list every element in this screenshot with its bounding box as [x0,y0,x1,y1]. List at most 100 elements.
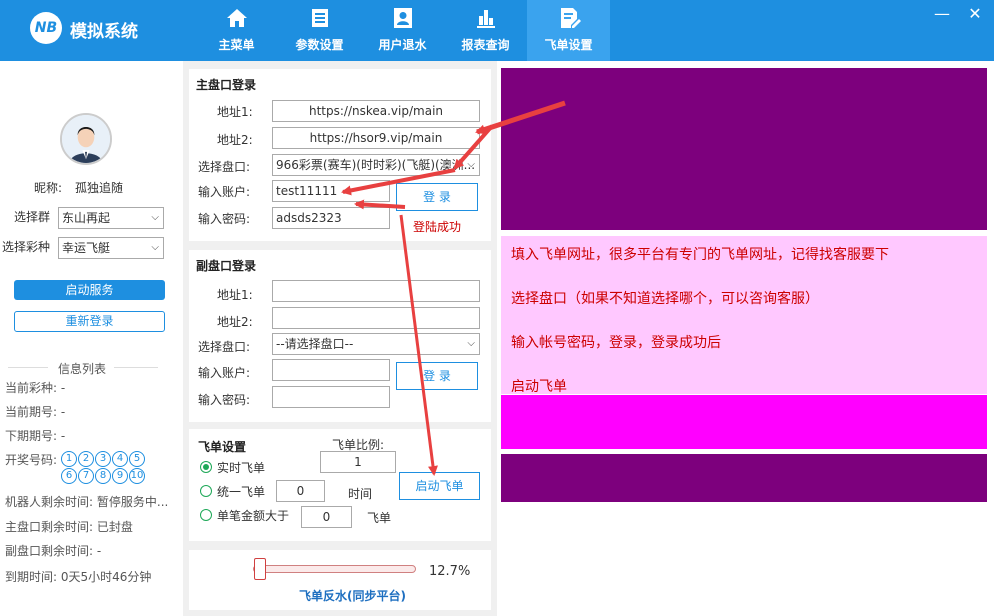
nav-tab-reports[interactable]: 报表查询 [444,0,527,61]
sub-time-label: 副盘口剩余时间: [5,544,94,558]
sub-addr1-input[interactable] [272,280,480,302]
sub-market-value: --请选择盘口-- [276,337,354,351]
info-list-title: 信息列表 [58,362,107,376]
main-time-value: 已封盘 [96,520,133,534]
main-login-title: 主盘口登录 [196,78,257,92]
draw-numbers-row: 12345 [61,450,146,467]
sub-account-label: 输入账户: [198,366,251,380]
guide-block: 填入飞单网址，很多平台有专门的飞单网址，记得找客服要下 选择盘口（如果不知道选择… [501,236,987,395]
divider [114,367,158,368]
nav-tab-label: 报表查询 [461,38,510,52]
main-market-select[interactable]: 966彩票(赛车)(时时彩)(飞艇)(澳洲... ⌵ [272,154,480,176]
main-password-label: 输入密码: [198,212,251,226]
rebate-slider-track[interactable] [253,565,416,573]
nav-tab-main-menu[interactable]: 主菜单 [195,0,278,61]
current-period-label: 当前期号: [5,405,58,419]
group-select-value: 东山再起 [62,211,111,225]
start-fly-button[interactable]: 启动飞单 [399,472,480,500]
chevron-down-icon: ⌵ [151,212,159,223]
close-button[interactable]: ✕ [965,4,985,24]
purple-block-bottom [501,454,987,502]
robot-time-value: 暂停服务中... [96,495,169,509]
main-addr1-input[interactable]: https://nskea.vip/main [272,100,480,122]
next-period-label: 下期期号: [5,429,58,443]
rebate-panel: 12.7% 飞单反水(同步平台) [189,550,491,610]
draw-ball: 1 [61,451,77,467]
main-addr2-input[interactable]: https://hsor9.vip/main [272,127,480,149]
app-logo: NB [30,12,62,44]
chevron-down-icon: ⌵ [467,159,475,170]
magenta-block [501,395,987,449]
draw-ball: 6 [61,468,77,484]
user-icon [393,8,412,28]
draw-ball: 4 [112,451,128,467]
guide-column: 填入飞单网址，很多平台有专门的飞单网址，记得找客服要下 选择盘口（如果不知道选择… [497,61,994,616]
radio-single-label: 单笔金额大于 [217,509,290,523]
current-lottery-label: 当前彩种: [5,381,58,395]
next-period-value: - [60,429,66,443]
minimize-button[interactable]: — [932,4,952,24]
relogin-button[interactable]: 重新登录 [14,311,165,332]
uniform-value-input[interactable]: 0 [276,480,325,502]
sub-addr2-label: 地址2: [217,315,253,329]
home-icon [226,9,247,27]
avatar [60,113,112,165]
rebate-percent: 12.7% [429,564,471,579]
chevron-down-icon: ⌵ [467,338,475,349]
nickname-label: 昵称: [34,181,63,195]
main-addr1-label: 地址1: [217,105,253,119]
sub-login-button[interactable]: 登 录 [396,362,478,390]
guide-line-3: 输入帐号密码，登录，登录成功后 [511,335,721,351]
left-sidebar: 昵称: 孤独追随 选择群 东山再起 ⌵ 选择彩种 幸运飞艇 ⌵ 启动服务 重新登… [0,61,183,616]
expire-row: 到期时间: 0天5小时46分钟 [5,568,151,585]
nav-tab-fly-settings[interactable]: 飞单设置 [527,0,610,61]
sub-password-input[interactable] [272,386,390,408]
draw-ball: 10 [129,468,145,484]
current-period-value: - [60,405,66,419]
nav-tab-label: 用户退水 [378,38,427,52]
main-login-button[interactable]: 登 录 [396,183,478,211]
settings-column: 主盘口登录 地址1: https://nskea.vip/main 地址2: h… [183,61,497,616]
rebate-label: 飞单反水(同步平台) [299,589,406,603]
fly-ratio-input[interactable]: 1 [320,451,396,473]
current-lottery-row: 当前彩种: - [5,379,65,396]
sub-market-label: 选择盘口: [198,340,251,354]
group-label: 选择群 [14,210,51,224]
draw-numbers-row: 6 7 8 9 10 [61,467,146,484]
lottery-label: 选择彩种 [2,240,51,254]
single-value-input[interactable]: 0 [301,506,352,528]
chart-icon [476,10,495,28]
guide-line-2: 选择盘口（如果不知道选择哪个，可以咨询客服） [511,291,819,307]
purple-block-top [501,68,987,230]
start-service-button[interactable]: 启动服务 [14,280,165,300]
draw-ball: 9 [112,468,128,484]
rebate-slider-thumb[interactable] [254,558,266,580]
user-avatar-icon [62,115,110,163]
draw-ball: 3 [95,451,111,467]
draw-ball: 2 [78,451,94,467]
nav-tab-label: 参数设置 [295,38,344,52]
expire-value: 0天5小时46分钟 [60,570,152,584]
uniform-unit-label: 时间 [348,487,373,501]
sub-time-row: 副盘口剩余时间: - [5,542,101,559]
sub-account-input[interactable] [272,359,390,381]
nav-tab-user-rebate[interactable]: 用户退水 [361,0,444,61]
main-password-input[interactable]: adsds2323 [272,207,390,229]
lottery-select[interactable]: 幸运飞艇 ⌵ [58,237,164,259]
sub-market-select[interactable]: --请选择盘口-- ⌵ [272,333,480,355]
radio-uniform[interactable] [200,485,212,497]
radio-single[interactable] [200,509,212,521]
main-nav: 主菜单 参数设置 用户退水 报表查询 飞单设置 [195,0,610,61]
robot-time-label: 机器人剩余时间: [5,495,94,509]
guide-line-4: 启动飞单 [511,379,567,395]
sub-addr2-input[interactable] [272,307,480,329]
main-login-panel: 主盘口登录 地址1: https://nskea.vip/main 地址2: h… [189,69,491,241]
main-account-input[interactable]: test11111 [272,180,390,202]
single-unit-label: 飞单 [367,511,392,525]
radio-realtime[interactable] [200,461,212,473]
group-select[interactable]: 东山再起 ⌵ [58,207,164,229]
fly-settings-panel: 飞单设置 飞单比例: 1 实时飞单 统一飞单 0 时间 单笔金额大于 0 飞单 … [189,429,491,541]
main-account-label: 输入账户: [198,185,251,199]
nav-tab-parameters[interactable]: 参数设置 [278,0,361,61]
sub-login-panel: 副盘口登录 地址1: 地址2: 选择盘口: --请选择盘口-- ⌵ 输入账户: … [189,250,491,422]
